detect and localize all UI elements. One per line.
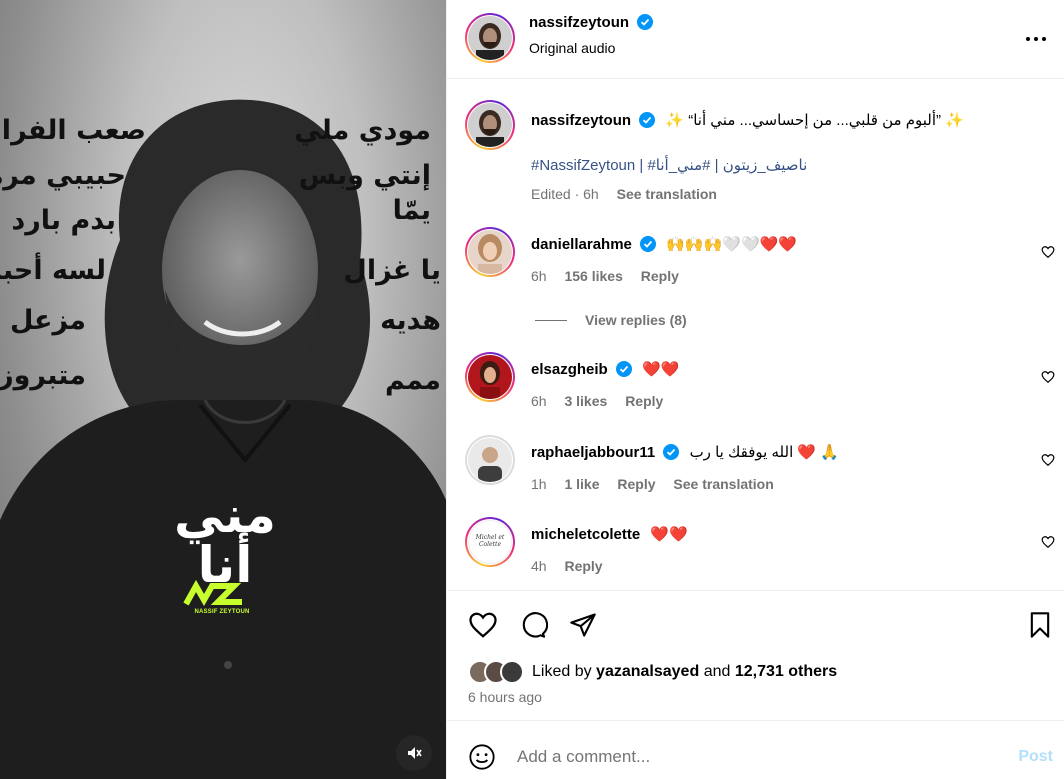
post-timestamp: 6 hours ago bbox=[468, 689, 542, 705]
comment-time: 6h bbox=[531, 393, 547, 409]
emoji-icon[interactable] bbox=[468, 743, 496, 771]
comment-likes[interactable]: 3 likes bbox=[564, 393, 607, 409]
like-comment-icon[interactable] bbox=[1041, 453, 1055, 467]
like-heart-icon[interactable] bbox=[468, 611, 498, 639]
media-word: مودي ملي bbox=[294, 115, 431, 146]
comment-item: daniellarahme 🙌🙌🙌🤍🤍❤️❤️ 6h 156 likes Rep… bbox=[447, 227, 1064, 337]
comment-time: 4h bbox=[531, 558, 547, 574]
comment-text: ❤️❤️ bbox=[650, 526, 688, 543]
verified-badge-icon bbox=[639, 112, 656, 128]
speaker-muted-icon bbox=[408, 747, 422, 759]
avatar bbox=[500, 660, 524, 684]
avatar: Michel et Colette bbox=[468, 520, 512, 564]
liker-avatars bbox=[468, 660, 534, 684]
author-username[interactable]: nassifzeytoun bbox=[529, 14, 629, 31]
avatar bbox=[468, 230, 512, 274]
more-horizontal-icon bbox=[1026, 37, 1046, 41]
comment-likes[interactable]: 156 likes bbox=[564, 268, 622, 284]
liked-by-others[interactable]: 12,731 others bbox=[735, 663, 837, 680]
verified-badge-icon bbox=[636, 14, 653, 30]
comment-username[interactable]: raphaeljabbour11 bbox=[531, 444, 655, 461]
see-translation-link[interactable]: See translation bbox=[673, 476, 773, 492]
more-options-button[interactable] bbox=[1025, 30, 1047, 46]
media-word: مزعل bbox=[9, 305, 86, 336]
caption-text: ✨ “ألبوم من قلبي... من إحساسي... مني أنا… bbox=[665, 112, 964, 129]
likes-summary[interactable]: Liked by yazanalsayed and 12,731 others bbox=[468, 660, 837, 684]
comment-username[interactable]: daniellarahme bbox=[531, 236, 632, 253]
caption-time: Edited · 6h bbox=[531, 186, 599, 202]
caption-username[interactable]: nassifzeytoun bbox=[531, 112, 631, 129]
mute-button[interactable] bbox=[396, 735, 432, 771]
media-word: صعب الفراق bbox=[0, 115, 146, 146]
comment-likes[interactable]: 1 like bbox=[564, 476, 599, 492]
story-ring[interactable]: Michel et Colette bbox=[465, 517, 515, 567]
comment-bubble-icon[interactable] bbox=[518, 611, 548, 639]
media-word: يمّا bbox=[392, 195, 431, 226]
avatar-ring[interactable] bbox=[465, 435, 515, 485]
share-send-icon[interactable] bbox=[568, 611, 598, 639]
reply-button[interactable]: Reply bbox=[625, 393, 663, 409]
media-word: هديه bbox=[380, 305, 441, 336]
story-ring[interactable] bbox=[465, 352, 515, 402]
reply-button[interactable]: Reply bbox=[564, 558, 602, 574]
avatar bbox=[468, 103, 512, 147]
comment-time: 6h bbox=[531, 268, 547, 284]
avatar bbox=[468, 438, 512, 482]
reply-button[interactable]: Reply bbox=[617, 476, 655, 492]
logo-caption: NASSIF ZEYTOUN bbox=[194, 609, 250, 615]
view-replies[interactable]: View replies (8) bbox=[535, 312, 687, 328]
story-ring[interactable] bbox=[465, 13, 515, 63]
post-caption: nassifzeytoun ✨ “ألبوم من قلبي... من إحس… bbox=[447, 100, 1064, 210]
comment-text: 🙌🙌🙌🤍🤍❤️❤️ bbox=[666, 236, 797, 253]
post-header: nassifzeytoun Original audio bbox=[447, 0, 1064, 79]
nz-logo bbox=[183, 580, 242, 607]
liked-by-and: and bbox=[703, 663, 731, 680]
comment-text: ❤️❤️ bbox=[642, 361, 680, 378]
like-comment-icon[interactable] bbox=[1041, 370, 1055, 384]
comment-composer: Post bbox=[447, 720, 1064, 779]
verified-badge-icon bbox=[640, 236, 657, 252]
like-comment-icon[interactable] bbox=[1041, 535, 1055, 549]
comment-input[interactable] bbox=[517, 743, 957, 771]
reply-button[interactable]: Reply bbox=[641, 268, 679, 284]
post-comment-button[interactable]: Post bbox=[1018, 748, 1053, 766]
see-translation-link[interactable]: See translation bbox=[617, 186, 717, 202]
caption-hashtags[interactable]: #NassifZeytoun | #ناصيف_زيتون | #مني_أنا bbox=[531, 156, 807, 174]
comment-time: 1h bbox=[531, 476, 547, 492]
media-word: إنتي وبس bbox=[298, 160, 431, 191]
media-word: بدم بارد bbox=[11, 205, 116, 236]
comment-username[interactable]: micheletcolette bbox=[531, 526, 640, 543]
comment-item: elsazgheib ❤️❤️ 6h 3 likes Reply bbox=[447, 352, 1064, 422]
comment-username[interactable]: elsazgheib bbox=[531, 361, 608, 378]
post-actions: Liked by yazanalsayed and 12,731 others … bbox=[447, 590, 1064, 720]
post-media[interactable]: صعب الفراق حبيبي مرة بدم بارد لسه أحبك م… bbox=[0, 0, 446, 779]
verified-badge-icon bbox=[615, 361, 632, 377]
media-word: حبيبي مرة bbox=[0, 160, 126, 191]
avatar bbox=[468, 355, 512, 399]
bookmark-icon[interactable] bbox=[1027, 611, 1053, 639]
like-comment-icon[interactable] bbox=[1041, 245, 1055, 259]
media-word: يا غزال bbox=[343, 255, 441, 286]
verified-badge-icon bbox=[663, 444, 680, 460]
media-word: لسه أحبك bbox=[0, 255, 106, 286]
post-panel: nassifzeytoun Original audio nassifzeyto… bbox=[446, 0, 1064, 779]
comment-item: raphaeljabbour11 الله يوفقك يا رب ❤️ 🙏 1… bbox=[447, 435, 1064, 505]
avatar-logo-text: Michel et Colette bbox=[475, 534, 505, 548]
liked-by-user[interactable]: yazanalsayed bbox=[596, 663, 699, 680]
comment-item: Michel et Colette micheletcolette ❤️❤️ 4… bbox=[447, 517, 1064, 587]
story-ring[interactable] bbox=[465, 100, 515, 150]
story-ring[interactable] bbox=[465, 227, 515, 277]
album-title: مني أنا bbox=[174, 486, 276, 594]
liked-by-prefix: Liked by bbox=[532, 663, 592, 680]
avatar bbox=[468, 16, 512, 60]
media-word: متبروز bbox=[0, 360, 86, 391]
comment-text: الله يوفقك يا رب ❤️ 🙏 bbox=[689, 444, 839, 461]
media-word: ممم bbox=[385, 365, 441, 396]
audio-label[interactable]: Original audio bbox=[529, 40, 615, 56]
